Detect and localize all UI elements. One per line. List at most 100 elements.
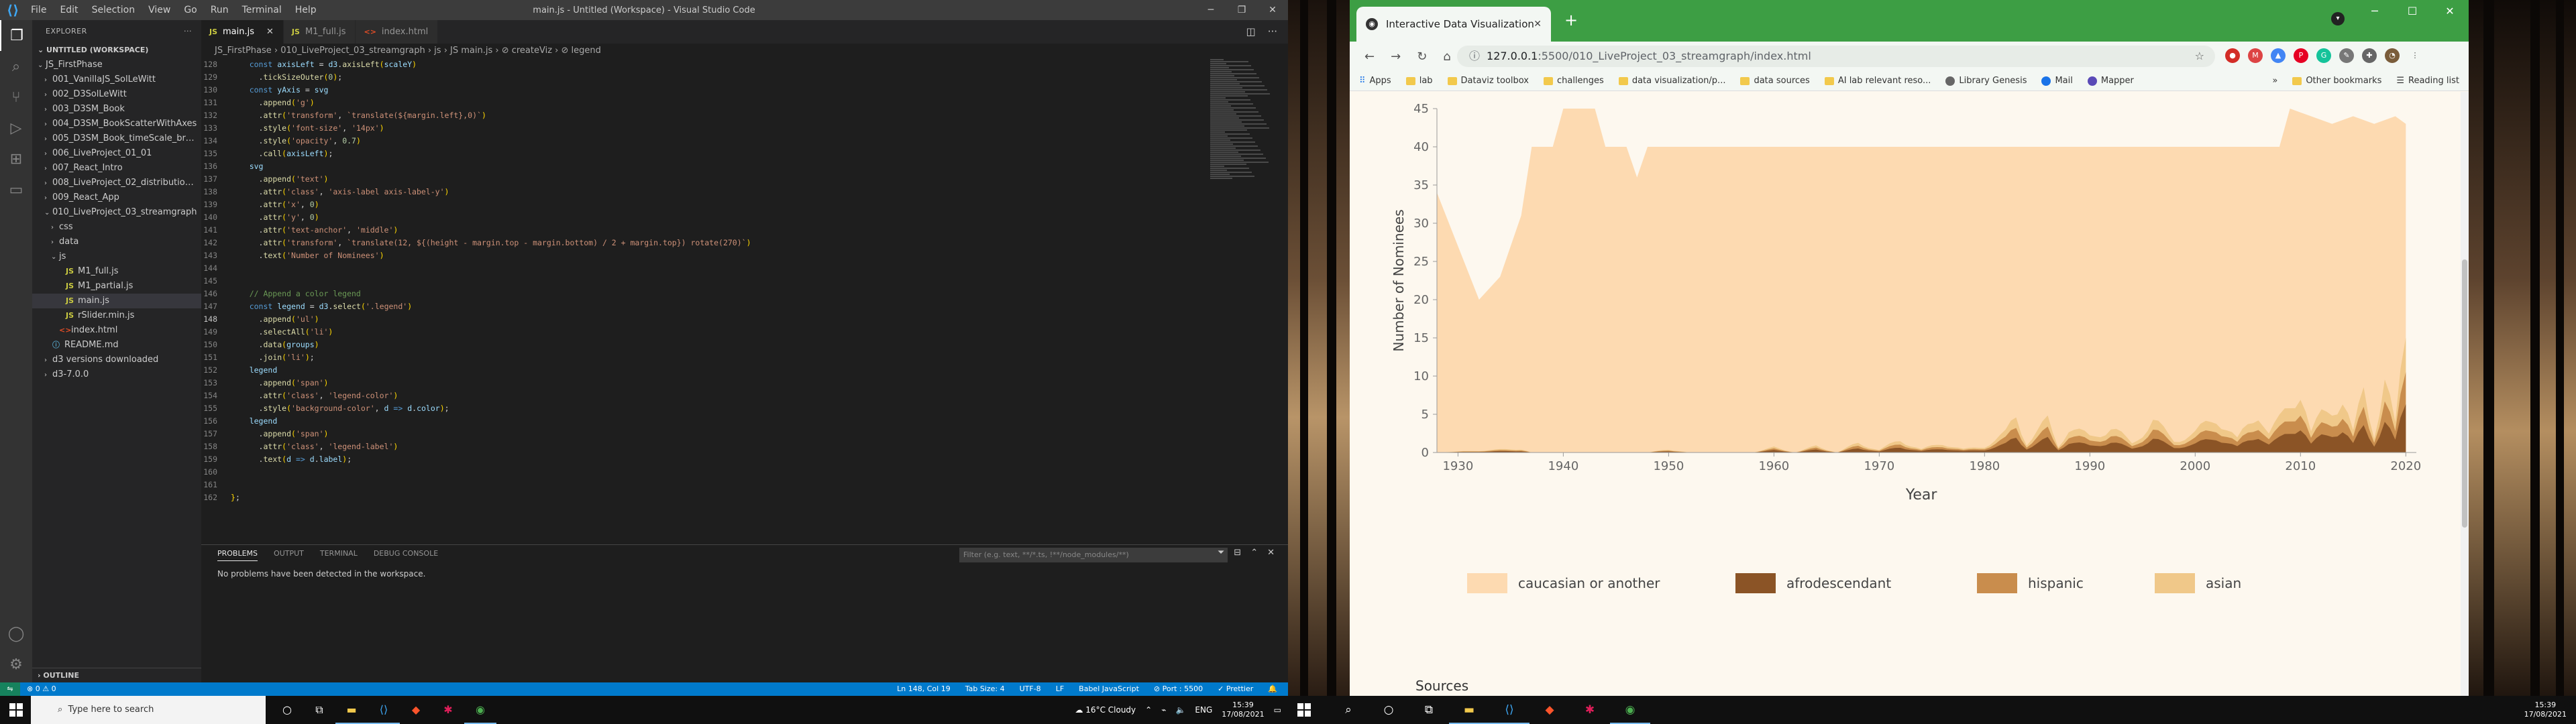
close-icon[interactable]: ✕ (1257, 0, 1288, 20)
forward-icon[interactable]: → (1391, 50, 1401, 64)
home-icon[interactable]: ⌂ (1443, 50, 1450, 64)
code-line[interactable]: 128 const axisLeft = d3.axisLeft(scaleY) (201, 58, 1288, 71)
bookmark-star-icon[interactable]: ☆ (2195, 46, 2204, 67)
tree-item[interactable]: ⓘ README.md (32, 338, 201, 353)
bookmark-folder[interactable]: challenges (1543, 76, 1604, 86)
address-bar[interactable]: ⓘ 127.0.0.1:5500/010_LiveProject_03_strea… (1457, 46, 2215, 67)
brave-icon[interactable]: ◆ (1529, 696, 1570, 724)
account-icon[interactable]: ◯ (0, 618, 32, 649)
minimize-icon[interactable]: ─ (2356, 0, 2394, 23)
bookmark-link[interactable]: Library Genesis (1945, 76, 2027, 86)
code-line[interactable]: 160 (201, 466, 1288, 479)
tree-item[interactable]: › 008_LiveProject_02_distributions \ p... (32, 176, 201, 190)
grammarly-icon[interactable]: G (2316, 48, 2331, 63)
settings-gear-icon[interactable]: ⚙ (0, 649, 32, 680)
breadcrumb[interactable]: JS_FirstPhase › 010_LiveProject_03_strea… (201, 44, 1288, 58)
code-line[interactable]: 143 .text('Number of Nominees') (201, 249, 1288, 262)
profile-avatar[interactable]: ◔ (2385, 48, 2400, 63)
notifications-bell-icon[interactable]: 🔔 (1268, 682, 1277, 696)
code-line[interactable]: 156 legend (201, 415, 1288, 428)
close-icon[interactable]: ✕ (2431, 0, 2469, 23)
code-line[interactable]: 149 .selectAll('li') (201, 326, 1288, 339)
info-icon[interactable]: ⓘ (1469, 50, 1480, 62)
filter-icon[interactable]: ⏷ (1218, 548, 1224, 558)
code-line[interactable]: 135 .call(axisLeft); (201, 147, 1288, 160)
chrome-taskbar-icon[interactable]: ◉ (1610, 696, 1650, 724)
status-item[interactable]: Ln 148, Col 19 (897, 682, 951, 696)
bookmark-folder[interactable]: lab (1405, 76, 1433, 86)
more-actions-icon[interactable]: ··· (184, 20, 192, 43)
cortana-icon[interactable]: ○ (271, 696, 303, 724)
bookmark-folder[interactable]: data sources (1740, 76, 1810, 86)
slack-icon[interactable]: ✱ (432, 696, 464, 724)
code-line[interactable]: 131 .append('g') (201, 97, 1288, 109)
code-line[interactable]: 148 .append('ul') (201, 313, 1288, 326)
page-scrollbar[interactable] (2461, 92, 2469, 696)
language-indicator[interactable]: ENG (1195, 696, 1212, 724)
more-bookmarks-icon[interactable]: » (2272, 76, 2277, 86)
tab-m1-full-js[interactable]: JS M1_full.js (283, 20, 356, 44)
code-line[interactable]: 139 .attr('x', 0) (201, 198, 1288, 211)
menu-terminal[interactable]: Terminal (242, 5, 282, 15)
outline-section[interactable]: › OUTLINE (32, 668, 201, 682)
minimize-icon[interactable]: ─ (1195, 0, 1226, 20)
reading-list[interactable]: ☰ Reading list (2396, 76, 2459, 86)
search-icon[interactable]: ⌕ (0, 51, 32, 82)
tree-item[interactable]: JS rSlider.min.js (32, 308, 201, 323)
tree-item[interactable]: › d3 versions downloaded (32, 353, 201, 367)
clock[interactable]: 15:39 17/08/2021 (1222, 696, 1264, 724)
source-control-icon[interactable]: ⑂ (0, 82, 32, 113)
maximize-panel-icon[interactable]: ⌃ (1250, 548, 1258, 558)
clock[interactable]: 15:39 17/08/2021 (2524, 701, 2567, 719)
code-line[interactable]: 158 .attr('class', 'legend-label') (201, 440, 1288, 453)
code-line[interactable]: 150 .data(groups) (201, 339, 1288, 351)
collapse-all-icon[interactable]: ⊟ (1234, 548, 1241, 558)
menu-edit[interactable]: Edit (60, 5, 78, 15)
code-line[interactable]: 151 .join('li'); (201, 351, 1288, 364)
reload-icon[interactable]: ↻ (1417, 50, 1427, 64)
split-editor-icon[interactable]: ◫ (1246, 20, 1256, 44)
code-line[interactable]: 147 const legend = d3.select('.legend') (201, 300, 1288, 313)
vscode-taskbar-icon[interactable]: ⟨⟩ (1489, 696, 1529, 724)
code-line[interactable]: 161 (201, 479, 1288, 491)
bookmark-folder[interactable]: data visualization/p... (1618, 76, 1725, 86)
code-line[interactable]: 130 const yAxis = svg (201, 84, 1288, 97)
bookmark-folder[interactable]: AI lab relevant reso... (1824, 76, 1931, 86)
status-item[interactable]: ⊘ Port : 5500 (1154, 682, 1203, 696)
status-item[interactable]: Babel JavaScript (1079, 682, 1139, 696)
tree-item[interactable]: <>index.html (32, 323, 201, 338)
explorer-icon[interactable]: ❐ (0, 20, 32, 51)
extension-drive-icon[interactable]: ▲ (2271, 48, 2286, 63)
tree-item[interactable]: › 002_D3SolLeWitt (32, 87, 201, 102)
code-line[interactable]: 132 .attr('transform', `translate(${marg… (201, 109, 1288, 122)
bookmark-link[interactable]: Mapper (2087, 76, 2134, 86)
minimap[interactable] (1210, 58, 1277, 206)
taskbar-search-input[interactable]: ⌕ Type here to search (31, 696, 266, 724)
windows-start-icon[interactable] (1297, 703, 1311, 717)
restore-icon[interactable]: ❐ (1226, 0, 1257, 20)
close-tab-icon[interactable]: ✕ (1534, 19, 1542, 29)
close-panel-icon[interactable]: ✕ (1267, 548, 1275, 558)
tree-item[interactable]: › d3-7.0.0 (32, 367, 201, 382)
status-item[interactable]: LF (1056, 682, 1064, 696)
menu-view[interactable]: View (148, 5, 170, 15)
extension-pen-icon[interactable]: ✎ (2339, 48, 2354, 63)
remote-indicator-icon[interactable]: ⇋ (0, 682, 20, 696)
file-explorer-icon[interactable]: ▬ (1449, 696, 1489, 724)
tree-item[interactable]: JS M1_full.js (32, 264, 201, 279)
tab-output[interactable]: OUTPUT (274, 549, 304, 561)
code-line[interactable]: 154 .attr('class', 'legend-color') (201, 389, 1288, 402)
status-item[interactable]: ✓ Prettier (1218, 682, 1253, 696)
tree-item[interactable]: › data (32, 235, 201, 249)
menu-file[interactable]: File (31, 5, 46, 15)
new-tab-icon[interactable]: + (1564, 11, 1578, 29)
extension-m-icon[interactable]: M (2248, 48, 2263, 63)
notifications-icon[interactable]: ▭ (1274, 696, 1281, 724)
windows-start-icon[interactable] (9, 703, 23, 717)
tab-search-icon[interactable]: ▾ (2331, 12, 2345, 25)
code-line[interactable]: 155 .style('background-color', d => d.co… (201, 402, 1288, 415)
menu-go[interactable]: Go (184, 5, 197, 15)
problems-count[interactable]: ⊗ 0 ⚠ 0 (27, 682, 56, 696)
tree-item[interactable]: › 003_D3SM_Book (32, 102, 201, 117)
close-tab-icon[interactable]: ✕ (266, 20, 274, 44)
